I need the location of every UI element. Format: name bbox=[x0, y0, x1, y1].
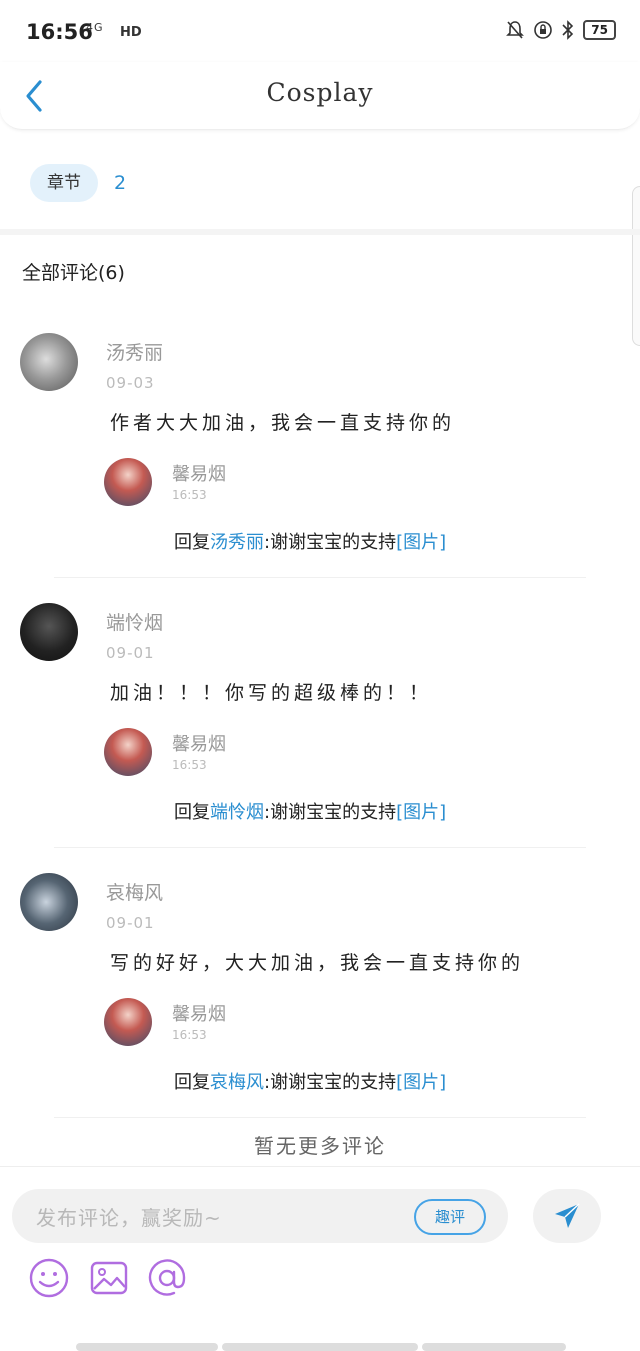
emoji-icon[interactable] bbox=[28, 1257, 70, 1299]
comment-text: 作者大大加油，我会一直支持你的 bbox=[110, 412, 456, 434]
reply-avatar[interactable] bbox=[104, 458, 152, 506]
lock-rotation-icon bbox=[534, 21, 553, 39]
reply-target-link[interactable]: 汤秀丽 bbox=[210, 532, 264, 553]
comment-author[interactable]: 端怜烟 bbox=[106, 608, 163, 635]
reply-image-link[interactable]: [图片] bbox=[396, 1072, 446, 1093]
reply-date: 16:53 bbox=[172, 488, 207, 502]
nav-indicator bbox=[76, 1343, 218, 1351]
comment-date: 09-03 bbox=[106, 374, 155, 392]
nav-indicator bbox=[222, 1343, 418, 1351]
reply-prefix: 回复 bbox=[174, 1072, 210, 1093]
comment-input[interactable]: 发布评论，赢奖励~ 趣评 bbox=[12, 1189, 508, 1243]
nav-indicator bbox=[422, 1343, 566, 1351]
status-icons: 75 bbox=[505, 20, 616, 40]
hd-indicator: HD bbox=[120, 25, 142, 40]
status-time: 16:56 bbox=[26, 20, 93, 44]
reply-avatar[interactable] bbox=[104, 728, 152, 776]
reply-date: 16:53 bbox=[172, 758, 207, 772]
comment-page: 16:56 4G HD 75 Cosplay 章节 2 全部评论(6) 汤秀丽 … bbox=[0, 0, 640, 1351]
top-bar: Cosplay bbox=[0, 62, 640, 130]
comment-author[interactable]: 哀梅风 bbox=[106, 878, 163, 905]
chapter-row[interactable]: 章节 2 bbox=[30, 164, 126, 202]
reply-author[interactable]: 馨易烟 bbox=[172, 460, 226, 486]
reply-author[interactable]: 馨易烟 bbox=[172, 730, 226, 756]
reply-content: :谢谢宝宝的支持 bbox=[264, 1072, 397, 1093]
comment-item: 哀梅风 09-01 写的好好，大大加油，我会一直支持你的 馨易烟 16:53 回… bbox=[0, 870, 640, 1120]
section-divider bbox=[0, 229, 640, 235]
chapter-number: 2 bbox=[114, 172, 127, 194]
no-more-comments: 暂无更多评论 bbox=[254, 1134, 386, 1158]
comment-date: 09-01 bbox=[106, 914, 155, 932]
reply-avatar[interactable] bbox=[104, 998, 152, 1046]
reply-image-link[interactable]: [图片] bbox=[396, 802, 446, 823]
comment-text: 加油！！！你写的超级棒的！！ bbox=[110, 682, 433, 704]
avatar[interactable] bbox=[20, 603, 78, 661]
comment-separator bbox=[54, 577, 586, 578]
reply-text: 回复汤秀丽:谢谢宝宝的支持[图片] bbox=[174, 528, 446, 554]
reply-target-link[interactable]: 端怜烟 bbox=[210, 802, 264, 823]
comment-composer: 发布评论，赢奖励~ 趣评 bbox=[0, 1166, 640, 1351]
reply-content: :谢谢宝宝的支持 bbox=[264, 532, 397, 553]
send-button[interactable] bbox=[533, 1189, 601, 1243]
page-title: Cosplay bbox=[266, 78, 374, 107]
image-icon[interactable] bbox=[88, 1257, 130, 1299]
reply-author[interactable]: 馨易烟 bbox=[172, 1000, 226, 1026]
mute-bell-icon bbox=[506, 21, 525, 39]
comment-separator bbox=[54, 1117, 586, 1118]
reply-text: 回复哀梅风:谢谢宝宝的支持[图片] bbox=[174, 1068, 446, 1094]
comment-item: 端怜烟 09-01 加油！！！你写的超级棒的！！ 馨易烟 16:53 回复端怜烟… bbox=[0, 600, 640, 850]
reply-date: 16:53 bbox=[172, 1028, 207, 1042]
reply-image-link[interactable]: [图片] bbox=[396, 532, 446, 553]
comment-item: 汤秀丽 09-03 作者大大加油，我会一直支持你的 馨易烟 16:53 回复汤秀… bbox=[0, 330, 640, 580]
reply-text: 回复端怜烟:谢谢宝宝的支持[图片] bbox=[174, 798, 446, 824]
chapter-label: 章节 bbox=[30, 164, 98, 202]
all-comments-heading: 全部评论(6) bbox=[22, 262, 125, 284]
reply-prefix: 回复 bbox=[174, 532, 210, 553]
status-bar: 16:56 4G HD 75 bbox=[0, 0, 640, 62]
comment-separator bbox=[54, 847, 586, 848]
qupin-button[interactable]: 趣评 bbox=[414, 1199, 486, 1235]
reply-target-link[interactable]: 哀梅风 bbox=[210, 1072, 264, 1093]
at-icon[interactable] bbox=[146, 1257, 188, 1299]
battery-indicator: 75 bbox=[583, 20, 616, 40]
network-indicator: 4G bbox=[86, 21, 104, 34]
reply-content: :谢谢宝宝的支持 bbox=[264, 802, 397, 823]
reply-prefix: 回复 bbox=[174, 802, 210, 823]
comment-text: 写的好好，大大加油，我会一直支持你的 bbox=[110, 952, 525, 974]
send-icon bbox=[555, 1203, 580, 1228]
avatar[interactable] bbox=[20, 873, 78, 931]
comment-input-placeholder: 发布评论，赢奖励~ bbox=[36, 1206, 222, 1230]
comment-date: 09-01 bbox=[106, 644, 155, 662]
side-scroll-handle[interactable] bbox=[632, 186, 640, 346]
bluetooth-icon bbox=[562, 20, 574, 40]
comment-author[interactable]: 汤秀丽 bbox=[106, 338, 163, 365]
avatar[interactable] bbox=[20, 333, 78, 391]
